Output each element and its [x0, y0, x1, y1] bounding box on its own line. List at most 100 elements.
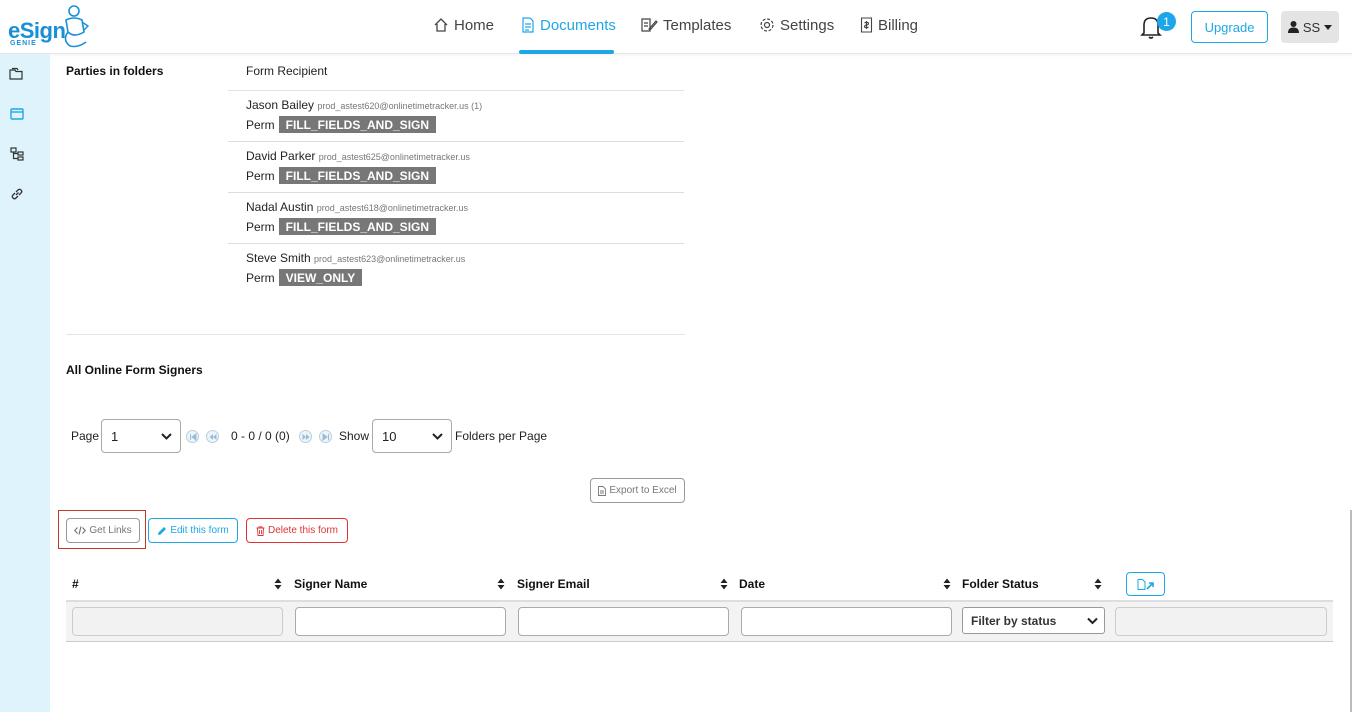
party-name: Steve Smith — [246, 251, 311, 265]
edit-form-button[interactable]: Edit this form — [148, 518, 238, 543]
next-page-button[interactable] — [299, 430, 312, 443]
link-icon[interactable] — [9, 186, 25, 202]
nav-settings-label: Settings — [780, 16, 835, 34]
per-page-value: 10 — [382, 428, 397, 444]
signers-title: All Online Form Signers — [66, 363, 203, 377]
user-initials: SS — [1302, 19, 1321, 35]
nav-templates[interactable]: Templates — [640, 14, 731, 36]
date-filter-input[interactable] — [741, 607, 952, 636]
col-header-signer-email[interactable]: Signer Email — [517, 577, 590, 591]
per-page-suffix: Folders per Page — [455, 429, 548, 443]
nav-home-label: Home — [454, 16, 495, 34]
first-page-icon — [190, 433, 197, 441]
sort-icon[interactable] — [1094, 578, 1102, 590]
trash-icon — [256, 525, 265, 536]
export-columns-button[interactable] — [1126, 572, 1165, 596]
party-email: prod_astest623@onlinetimetracker.us — [314, 254, 466, 264]
chevron-down-icon — [1087, 617, 1098, 625]
code-icon — [74, 526, 87, 535]
logo-subtext: GENIE — [10, 40, 37, 47]
edit-form-label: Edit this form — [170, 525, 229, 536]
document-icon — [522, 17, 534, 33]
page-select-value: 1 — [111, 428, 119, 444]
home-icon — [434, 18, 448, 32]
nav-settings[interactable]: Settings — [759, 14, 834, 36]
gear-icon — [760, 18, 774, 32]
status-filter-value: Filter by status — [971, 613, 1057, 628]
upgrade-button[interactable]: Upgrade — [1191, 11, 1268, 43]
perm-badge: FILL_FIELDS_AND_SIGN — [278, 116, 437, 133]
sort-icon[interactable] — [497, 578, 505, 590]
nav-home[interactable]: Home — [433, 14, 494, 36]
get-links-label: Get Links — [89, 525, 132, 536]
per-page-select[interactable]: 10 — [372, 419, 452, 453]
perm-label: Perm — [246, 270, 275, 285]
status-filter-select[interactable]: Filter by status — [962, 607, 1105, 634]
folders-icon[interactable] — [9, 66, 25, 82]
chevron-down-icon — [161, 433, 172, 440]
left-sidebar — [0, 54, 50, 712]
window-icon[interactable] — [9, 106, 25, 122]
next-page-icon — [302, 434, 310, 440]
signer-name-filter-input[interactable] — [295, 607, 506, 636]
col-header-signer-name[interactable]: Signer Name — [294, 577, 367, 591]
perm-badge: VIEW_ONLY — [278, 269, 363, 286]
sort-icon[interactable] — [720, 578, 728, 590]
nav-billing[interactable]: Billing — [860, 14, 918, 36]
delete-form-button[interactable]: Delete this form — [246, 518, 348, 543]
caret-down-icon — [1324, 24, 1333, 30]
page-select[interactable]: 1 — [101, 419, 181, 453]
party-row: Nadal Austin prod_astest618@onlinetimetr… — [228, 193, 684, 244]
notification-badge: 1 — [1157, 12, 1176, 31]
file-icon — [598, 485, 607, 496]
last-page-icon — [322, 433, 329, 441]
show-label: Show — [339, 429, 370, 443]
number-filter-input — [72, 607, 283, 636]
user-menu-button[interactable]: SS — [1281, 11, 1339, 43]
perm-label: Perm — [246, 219, 275, 234]
template-icon — [641, 18, 658, 32]
user-icon — [1287, 21, 1299, 33]
signer-email-filter-input[interactable] — [518, 607, 729, 636]
nav-documents[interactable]: Documents — [521, 14, 616, 36]
party-name: Jason Bailey — [246, 98, 315, 112]
chevron-down-icon — [432, 433, 443, 440]
party-name: David Parker — [246, 149, 316, 163]
file-export-icon — [1137, 578, 1154, 590]
col-header-folder-status[interactable]: Folder Status — [962, 577, 1039, 591]
perm-label: Perm — [246, 168, 275, 183]
nav-documents-label: Documents — [540, 16, 616, 34]
nav-billing-label: Billing — [878, 16, 919, 34]
perm-label: Perm — [246, 117, 275, 132]
billing-icon — [860, 17, 873, 33]
export-excel-button[interactable]: Export to Excel — [590, 478, 685, 503]
prev-page-icon — [209, 434, 217, 440]
esign-genie-logo[interactable]: eSign GENIE — [8, 4, 90, 50]
party-email: prod_astest620@onlinetimetracker.us (1) — [317, 101, 483, 111]
party-row: Steve Smith prod_astest623@onlinetimetra… — [228, 244, 684, 295]
hierarchy-icon[interactable] — [9, 146, 25, 162]
export-label: Export to Excel — [609, 485, 677, 496]
parties-label: Parties in folders — [66, 64, 164, 78]
nav-templates-label: Templates — [663, 16, 732, 34]
page-range-text: 0 - 0 / 0 (0) — [231, 429, 290, 443]
sort-icon[interactable] — [274, 578, 282, 590]
party-email: prod_astest618@onlinetimetracker.us — [316, 203, 468, 213]
section-divider — [66, 334, 685, 335]
col-header-number: # — [72, 577, 79, 591]
party-name: Nadal Austin — [246, 200, 314, 214]
party-email: prod_astest625@onlinetimetracker.us — [318, 152, 470, 162]
sort-icon[interactable] — [943, 578, 951, 590]
first-page-button[interactable] — [186, 430, 199, 443]
actions-filter-cell — [1115, 607, 1327, 636]
form-recipient-header: Form Recipient — [246, 64, 328, 78]
genie-figure-icon — [64, 5, 90, 48]
last-page-button[interactable] — [319, 430, 332, 443]
delete-form-label: Delete this form — [267, 525, 339, 536]
col-header-date[interactable]: Date — [739, 577, 765, 591]
get-links-button[interactable]: Get Links — [66, 518, 140, 543]
active-tab-indicator — [519, 50, 614, 54]
party-row: David Parker prod_astest625@onlinetimetr… — [228, 142, 684, 193]
prev-page-button[interactable] — [206, 430, 219, 443]
perm-badge: FILL_FIELDS_AND_SIGN — [278, 167, 437, 184]
